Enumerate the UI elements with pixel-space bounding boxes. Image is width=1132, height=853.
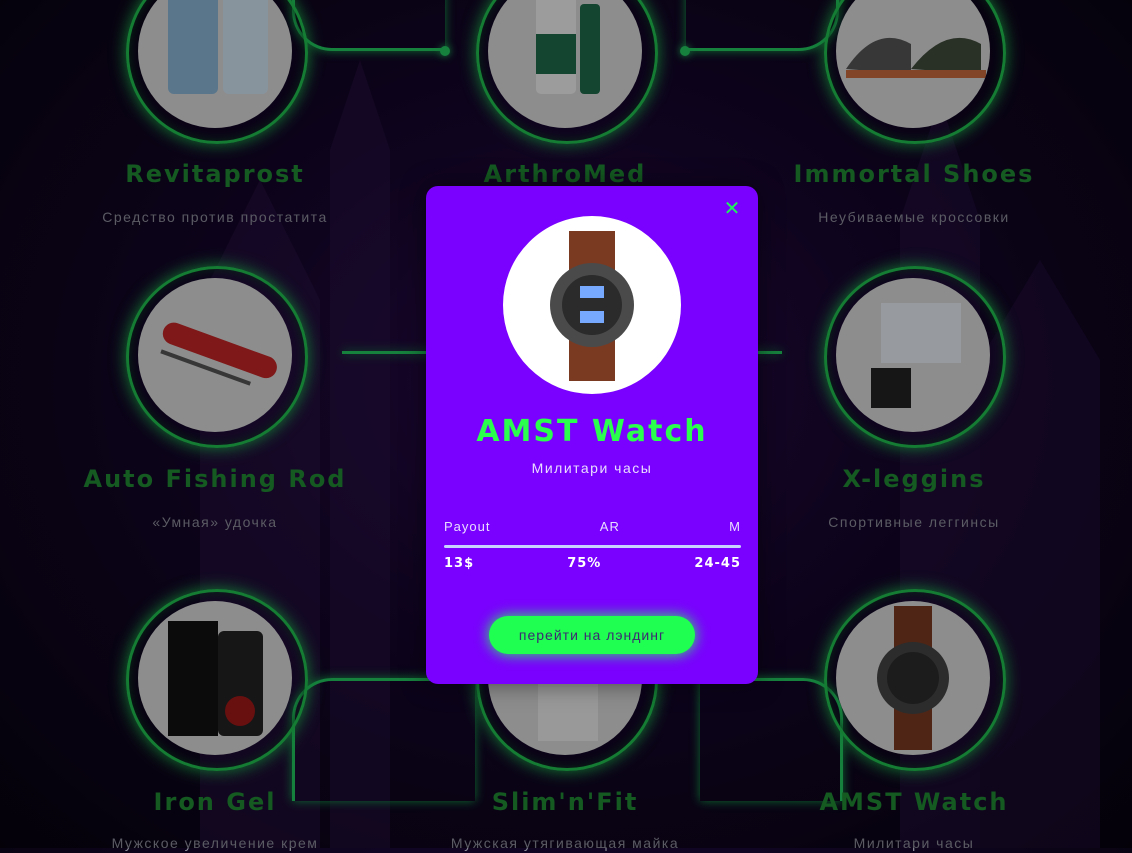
stats-value-payout: 13$ — [444, 556, 475, 571]
stats-header-m: M — [729, 519, 741, 534]
modal-title: AMST Watch — [476, 414, 708, 449]
close-icon[interactable]: ✕ — [722, 198, 742, 218]
modal-subtitle: Милитари часы — [531, 460, 653, 476]
stats-header-payout: Payout — [444, 519, 491, 534]
stats-divider — [444, 545, 741, 548]
modal-watch-image — [503, 216, 681, 394]
go-to-landing-button[interactable]: перейти на лэндинг — [489, 616, 695, 654]
stats-value-m: 24-45 — [694, 556, 741, 571]
stats-header: Payout AR M — [444, 519, 741, 534]
stats-values: 13$ 75% 24-45 — [444, 556, 741, 571]
stats-value-ar: 75% — [567, 556, 602, 571]
stats-header-ar: AR — [599, 519, 620, 534]
product-modal: ✕ AMST Watch Милитари часы Payout AR M 1… — [426, 186, 758, 684]
